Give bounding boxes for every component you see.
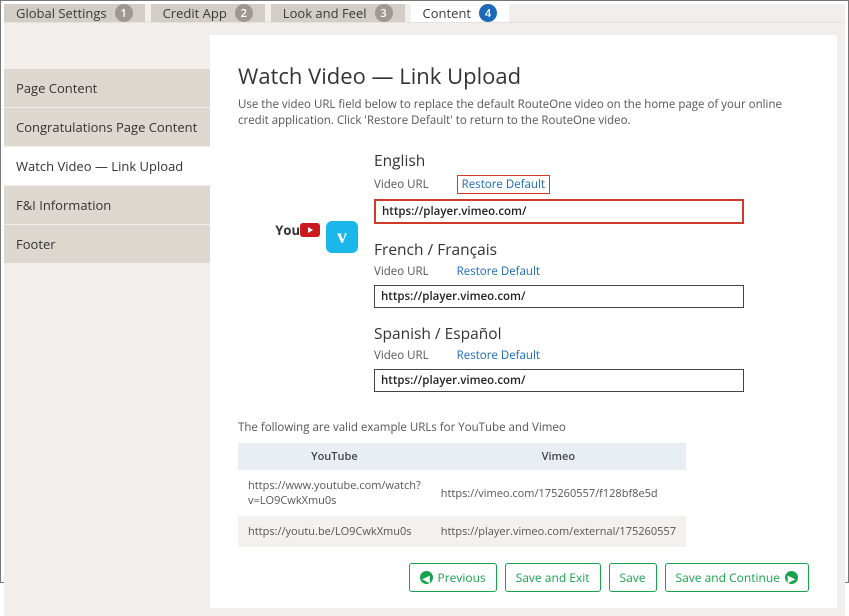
sidebar-item-fi-information[interactable]: F&I Information	[4, 186, 210, 225]
example-url-cell: https://www.youtube.com/watch?v=LO9CwkXm…	[238, 470, 431, 516]
previous-button[interactable]: ◀ Previous	[409, 563, 497, 592]
tab-content[interactable]: Content 4	[411, 4, 510, 22]
button-label: Save and Continue	[676, 569, 780, 586]
page-description: Use the video URL field below to replace…	[238, 97, 809, 129]
top-tab-strip: Global Settings 1 Credit App 2 Look and …	[4, 4, 845, 23]
language-block-french: French / Français Video URL Restore Defa…	[374, 238, 809, 308]
sidebar-item-congratulations[interactable]: Congratulations Page Content	[4, 108, 210, 147]
side-nav: Page Content Congratulations Page Conten…	[4, 23, 210, 616]
restore-default-link[interactable]: Restore Default	[457, 175, 550, 194]
language-block-spanish: Spanish / Español Video URL Restore Defa…	[374, 322, 809, 392]
example-url-cell: https://vimeo.com/175260557/f128bf8e5d	[431, 470, 686, 516]
youtube-logo-icon: You	[275, 221, 320, 239]
tab-step-badge: 1	[115, 4, 133, 22]
tab-label: Global Settings	[16, 4, 107, 22]
language-block-english: English Video URL Restore Default	[374, 149, 809, 224]
vimeo-logo-icon: v	[326, 221, 358, 253]
tab-step-badge: 2	[235, 4, 253, 22]
examples-header-youtube: YouTube	[238, 443, 431, 470]
tab-label: Content	[423, 4, 472, 22]
save-button[interactable]: Save	[609, 563, 657, 592]
sidebar-item-footer[interactable]: Footer	[4, 225, 210, 264]
arrow-left-icon: ◀	[420, 571, 433, 584]
main-panel: Watch Video — Link Upload Use the video …	[210, 35, 837, 608]
table-row: https://www.youtube.com/watch?v=LO9CwkXm…	[238, 470, 686, 516]
button-label: Previous	[438, 569, 486, 586]
button-label: Save	[620, 569, 646, 586]
tab-label: Credit App	[163, 4, 227, 22]
video-url-label: Video URL	[374, 177, 429, 192]
video-url-label: Video URL	[374, 264, 429, 279]
tab-global-settings[interactable]: Global Settings 1	[4, 4, 145, 22]
table-row: https://youtu.be/LO9CwkXmu0s https://pla…	[238, 516, 686, 547]
arrow-right-icon: ▶	[785, 571, 798, 584]
language-title: Spanish / Español	[374, 322, 809, 344]
language-title: English	[374, 149, 809, 171]
language-title: French / Français	[374, 238, 809, 260]
footer-button-row: ◀ Previous Save and Exit Save Save and C…	[238, 547, 809, 592]
video-url-label: Video URL	[374, 348, 429, 363]
example-url-cell: https://youtu.be/LO9CwkXmu0s	[238, 516, 431, 547]
video-url-input-spanish[interactable]	[374, 369, 744, 392]
restore-default-link[interactable]: Restore Default	[457, 264, 540, 279]
sidebar-item-watch-video[interactable]: Watch Video — Link Upload	[4, 147, 210, 186]
video-url-input-english[interactable]	[374, 199, 744, 224]
save-and-exit-button[interactable]: Save and Exit	[505, 563, 601, 592]
example-url-cell: https://player.vimeo.com/external/175260…	[431, 516, 686, 547]
save-and-continue-button[interactable]: Save and Continue ▶	[665, 563, 809, 592]
tab-look-and-feel[interactable]: Look and Feel 3	[271, 4, 405, 22]
sidebar-item-page-content[interactable]: Page Content	[4, 69, 210, 108]
examples-note: The following are valid example URLs for…	[238, 420, 809, 435]
video-url-input-french[interactable]	[374, 285, 744, 308]
tab-credit-app[interactable]: Credit App 2	[151, 4, 265, 22]
examples-header-vimeo: Vimeo	[431, 443, 686, 470]
examples-table: YouTube Vimeo https://www.youtube.com/wa…	[238, 443, 686, 547]
restore-default-link[interactable]: Restore Default	[457, 348, 540, 363]
tab-step-badge: 3	[375, 4, 393, 22]
tab-step-badge: 4	[479, 4, 497, 22]
tab-label: Look and Feel	[283, 4, 367, 22]
button-label: Save and Exit	[516, 569, 590, 586]
page-title: Watch Video — Link Upload	[238, 61, 809, 91]
